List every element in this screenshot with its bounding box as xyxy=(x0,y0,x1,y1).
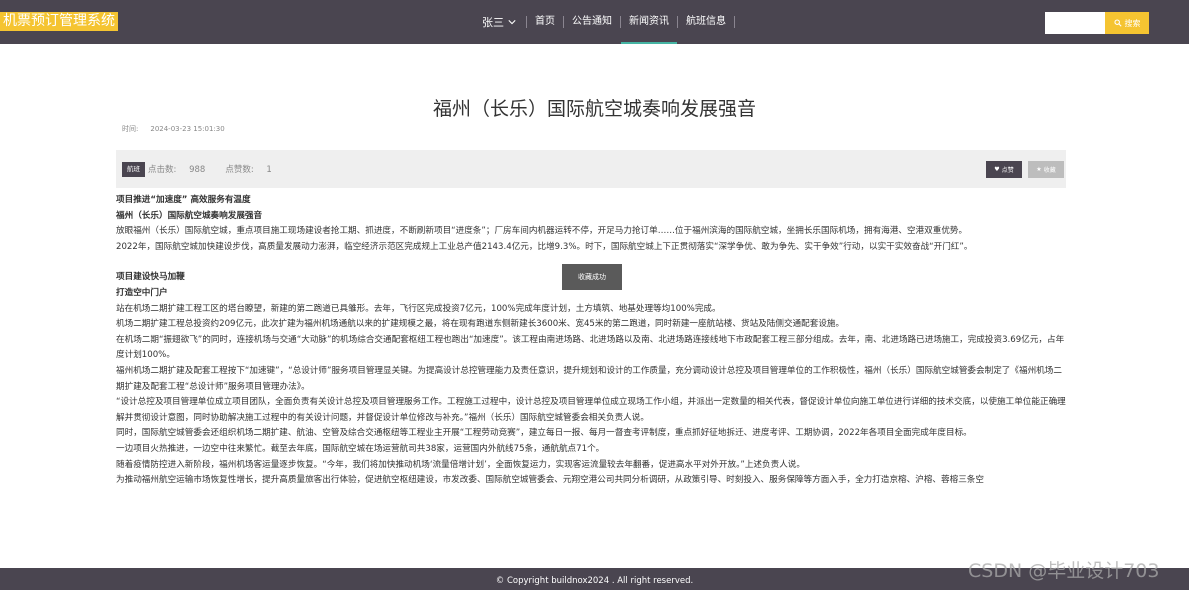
article-paragraph: 2022年，国际航空城加快建设步伐，高质量发展动力澎湃，临空经济示范区完成规上工… xyxy=(116,241,973,252)
user-name: 张三 xyxy=(482,16,504,29)
favorite-button-label: 收藏 xyxy=(1043,167,1056,174)
nav-flights[interactable]: 航班信息 xyxy=(678,0,734,44)
nav-notices[interactable]: 公告通知 xyxy=(564,0,620,44)
main-nav: 张三 首页 公告通知 新闻资讯 航班信息 xyxy=(472,0,735,44)
category-badge: 航班 xyxy=(122,162,145,177)
article-paragraph: 福州机场二期扩建及配套工程按下“加速键”，“总设计师”服务项目管理显关键。为提高… xyxy=(116,365,1062,392)
article-paragraph: 一边项目火热推进，一边空中往来繁忙。截至去年底，国际航空城在场运营航司共38家，… xyxy=(116,443,605,454)
watermark: CSDN @毕业设计703 xyxy=(968,560,1160,582)
article-paragraph: 为推动福州航空运输市场恢复性增长，提升高质量旅客出行体验，促进航空枢纽建设，市发… xyxy=(116,475,984,486)
article-paragraph: 随着疫情防控进入新阶段，福州机场客运量逐步恢复。“今年，我们将加快推动机场‘流量… xyxy=(116,459,805,470)
nav-news[interactable]: 新闻资讯 xyxy=(621,0,677,44)
heart-icon: ♥ xyxy=(994,166,1000,173)
site-logo[interactable]: 机票预订管理系统 xyxy=(0,12,118,31)
top-navbar: 机票预订管理系统 张三 首页 公告通知 新闻资讯 航班信息 搜索 xyxy=(0,0,1189,44)
star-icon: ★ xyxy=(1036,166,1042,173)
article-paragraph: “设计总控及项目管理单位成立项目团队，全面负责有关设计总控及项目管理服务工作。工… xyxy=(116,397,1066,423)
article-stats-bar: 航班 点击数: 988 点赞数: 1 ♥ 点赞 ★ 收藏 xyxy=(116,150,1066,188)
nav-home[interactable]: 首页 xyxy=(527,0,563,44)
search-button[interactable]: 搜索 xyxy=(1105,12,1149,34)
chevron-down-icon xyxy=(508,20,516,25)
time-label: 时间: xyxy=(122,125,139,133)
toast-message: 收藏成功 xyxy=(562,264,622,290)
article-paragraph: 站在机场二期扩建工程工区的塔台瞭望，新建的第二跑道已具雏形。去年，飞行区完成投资… xyxy=(116,303,721,314)
article-paragraph: 同时，国际航空城管委会还组织机场二期扩建、航油、空管及综合交通枢纽等工程业主开展… xyxy=(116,428,972,439)
article-paragraph: 放眼福州（长乐）国际航空城，重点项目施工现场建设者抢工期、抓进度，不断刷新项目“… xyxy=(116,226,968,237)
search-icon xyxy=(1113,19,1122,27)
article-time: 时间: 2024-03-23 15:01:30 xyxy=(122,124,237,134)
user-menu[interactable]: 张三 xyxy=(472,14,526,30)
time-value: 2024-03-23 15:01:30 xyxy=(150,125,225,133)
clicks-label: 点击数: xyxy=(148,165,177,175)
article-stats: 点击数: 988 点赞数: 1 xyxy=(148,163,292,175)
favorite-button[interactable]: ★ 收藏 xyxy=(1028,161,1064,178)
article-paragraph: 在机场二期“振翅欲飞”的同时，连接机场与交通“大动脉”的机场综合交通配套枢纽工程… xyxy=(116,334,1065,361)
likes-label: 点赞数: xyxy=(225,165,254,175)
section-subheading: 福州（长乐）国际航空城奏响发展强音 xyxy=(116,210,263,221)
nav-divider xyxy=(734,16,735,28)
like-button-label: 点赞 xyxy=(1001,167,1014,174)
article-paragraph: 机场二期扩建工程总投资约209亿元，此次扩建为福州机场通航以来的扩建规模之最，将… xyxy=(116,319,845,330)
like-button[interactable]: ♥ 点赞 xyxy=(986,161,1022,178)
article-title: 福州（长乐）国际航空城奏响发展强音 xyxy=(432,98,756,120)
section-heading: 项目推进“加速度” 高效服务有温度 xyxy=(116,195,251,205)
search-button-label: 搜索 xyxy=(1124,18,1141,28)
article-body: 项目推进“加速度” 高效服务有温度 福州（长乐）国际航空城奏响发展强音 放眼福州… xyxy=(116,193,1066,489)
search-input[interactable] xyxy=(1045,12,1105,34)
likes-count: 1 xyxy=(266,165,272,175)
clicks-count: 988 xyxy=(189,165,206,175)
